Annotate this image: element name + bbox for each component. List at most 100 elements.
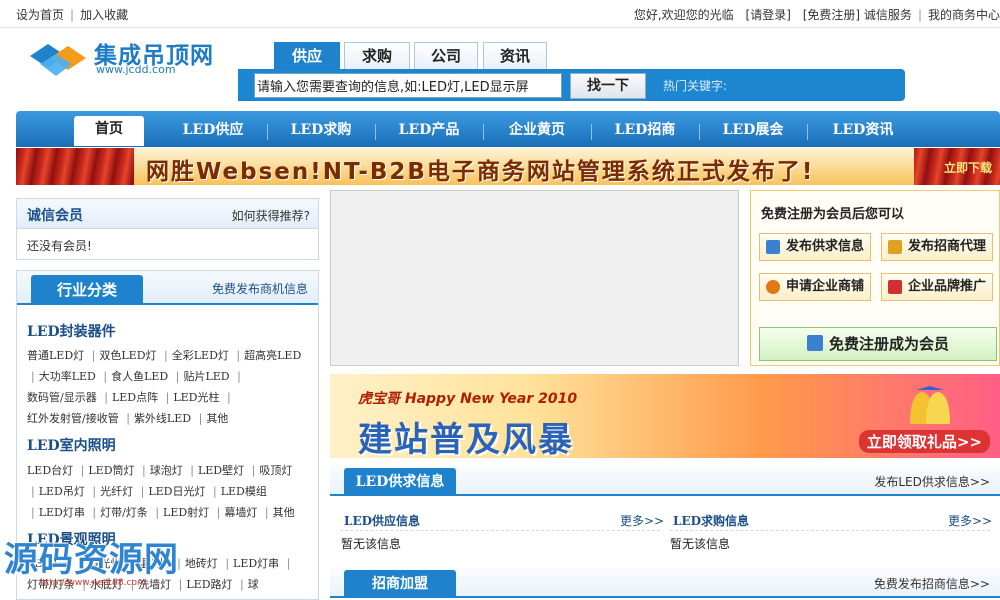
- edit-icon: [766, 240, 780, 254]
- brand-promo-label: 企业品牌推广: [908, 279, 987, 294]
- separator: |: [140, 485, 145, 498]
- promo-ad-banner[interactable]: 虎宝哥 Happy New Year 2010 建站普及风暴 立即领取礼品>>: [330, 374, 1000, 458]
- category-item[interactable]: LED吊灯: [39, 485, 85, 498]
- separator: |: [264, 506, 269, 519]
- separator: |: [237, 370, 241, 383]
- category-item[interactable]: LED筒灯: [88, 464, 134, 477]
- buy-info-title[interactable]: LED求购信息: [673, 512, 749, 529]
- top-left-links: 设为首页 | 加入收藏: [16, 8, 129, 22]
- category-item[interactable]: 紫外线LED: [134, 412, 191, 425]
- category-item[interactable]: LED射灯: [163, 506, 209, 519]
- register-member-button[interactable]: 免费注册成为会员: [759, 327, 997, 361]
- publish-supply-button[interactable]: 发布供求信息: [759, 233, 871, 261]
- category-item[interactable]: 超高亮LED: [244, 349, 301, 362]
- register-member-label: 免费注册成为会员: [828, 335, 949, 353]
- category-item[interactable]: 红外发射管/接收管: [27, 412, 119, 425]
- supply-info-title[interactable]: LED供应信息: [344, 512, 420, 529]
- category-item[interactable]: LED光柱: [173, 391, 219, 404]
- members-how-link[interactable]: 如何获得推荐?: [232, 207, 310, 224]
- nav-led-buy[interactable]: LED求购: [273, 121, 369, 145]
- search-tab-supply[interactable]: 供应: [274, 42, 340, 70]
- category-item[interactable]: 灯带/灯条: [100, 506, 148, 519]
- add-favorite-link[interactable]: 加入收藏: [80, 8, 128, 22]
- category-item[interactable]: LED壁灯: [198, 464, 244, 477]
- category-item[interactable]: 球: [248, 578, 259, 591]
- publish-invest-link[interactable]: 免费发布招商信息>>: [874, 575, 990, 592]
- category-item[interactable]: 全彩LED灯: [172, 349, 229, 362]
- site-logo[interactable]: 集成吊顶网 www.jcdd.com: [26, 36, 226, 80]
- user-icon: [806, 335, 823, 351]
- category-item[interactable]: 其他: [206, 412, 228, 425]
- category-item[interactable]: 其他: [273, 506, 295, 519]
- category-name[interactable]: LED封装器件: [27, 321, 116, 341]
- publish-agent-button[interactable]: 发布招商代理: [881, 233, 993, 261]
- nav-yellow-pages[interactable]: 企业黄页: [489, 121, 585, 145]
- separator: |: [212, 485, 217, 498]
- separator: |: [165, 391, 170, 404]
- category-list: LED台灯 | LED筒灯 | 球泡灯 | LED壁灯 | 吸顶灯 | LED吊灯 | 光纤…: [27, 460, 312, 523]
- category-item[interactable]: LED台灯: [27, 464, 73, 477]
- separator: |: [126, 412, 130, 425]
- separator: |: [31, 506, 35, 519]
- separator: |: [92, 485, 97, 498]
- nav-led-invest[interactable]: LED招商: [597, 121, 693, 145]
- category-item[interactable]: LED点阵: [112, 391, 158, 404]
- category-item[interactable]: 光纤灯: [100, 485, 133, 498]
- nav-led-expo[interactable]: LED展会: [705, 121, 801, 145]
- nav-led-products[interactable]: LED产品: [381, 121, 477, 145]
- search-button[interactable]: 找一下: [570, 73, 646, 99]
- banner-download-link[interactable]: 立即下载: [944, 159, 992, 176]
- search-tab-news[interactable]: 资讯: [483, 42, 547, 70]
- supply-more-link[interactable]: 更多>>: [620, 512, 664, 529]
- category-item[interactable]: LED日光灯: [148, 485, 205, 498]
- nav-led-news[interactable]: LED资讯: [813, 121, 913, 145]
- register-link[interactable]: [免费注册]: [803, 8, 860, 22]
- search-tab-buy[interactable]: 求购: [344, 42, 410, 70]
- shop-icon: [766, 280, 780, 294]
- invest-section-tab[interactable]: 招商加盟: [344, 570, 456, 598]
- separator: |: [164, 349, 168, 362]
- search-tab-company[interactable]: 公司: [414, 42, 478, 70]
- apply-shop-button[interactable]: 申请企业商铺: [759, 273, 871, 301]
- category-name[interactable]: LED室内照明: [27, 435, 116, 455]
- login-link[interactable]: [请登录]: [746, 8, 791, 22]
- separator: |: [104, 391, 108, 404]
- separator: |: [226, 391, 231, 404]
- slideshow-area[interactable]: [330, 190, 739, 366]
- category-item[interactable]: 吸顶灯: [259, 464, 292, 477]
- publish-supply-link[interactable]: 发布LED供求信息>>: [874, 473, 990, 490]
- category-item[interactable]: 球泡灯: [150, 464, 183, 477]
- nav-led-supply[interactable]: LED供应: [165, 121, 261, 145]
- category-item[interactable]: 食人鱼LED: [111, 370, 168, 383]
- separator: |: [142, 464, 146, 477]
- category-item[interactable]: LED模组: [221, 485, 267, 498]
- calendar-icon: [888, 280, 902, 294]
- top-banner-ad[interactable]: 网胜Websen!NT-B2B电子商务网站管理系统正式发布了! 立即下载: [16, 148, 1000, 185]
- category-item[interactable]: 双色LED灯: [99, 349, 156, 362]
- category-item[interactable]: LED灯串: [39, 506, 85, 519]
- category-tab[interactable]: 行业分类: [31, 275, 143, 305]
- ad-cta-link[interactable]: 立即领取礼品>>: [858, 430, 990, 453]
- divider: [340, 530, 660, 531]
- supply-section-tab[interactable]: LED供求信息: [344, 468, 456, 496]
- category-item[interactable]: LED灯串: [233, 557, 279, 570]
- category-item[interactable]: 大功率LED: [39, 370, 96, 383]
- publish-agent-label: 发布招商代理: [908, 239, 987, 254]
- logo-url: www.jcdd.com: [96, 63, 176, 76]
- separator: |: [31, 370, 35, 383]
- nav-home[interactable]: 首页: [74, 116, 144, 146]
- category-item[interactable]: 普通LED灯: [27, 349, 84, 362]
- brand-promo-button[interactable]: 企业品牌推广: [881, 273, 993, 301]
- separator: |: [236, 349, 241, 362]
- my-business-link[interactable]: 我的商务中心: [928, 8, 1000, 22]
- category-item[interactable]: 幕墙灯: [224, 506, 257, 519]
- buy-more-link[interactable]: 更多>>: [948, 512, 992, 529]
- register-box-title: 免费注册为会员后您可以: [761, 207, 905, 222]
- set-home-link[interactable]: 设为首页: [16, 8, 64, 22]
- publish-opportunity-link[interactable]: 免费发布商机信息: [212, 280, 308, 297]
- trust-service-link[interactable]: 诚信服务: [864, 8, 912, 22]
- search-input[interactable]: [254, 73, 562, 98]
- category-item[interactable]: 贴片LED: [183, 370, 229, 383]
- welcome-text: 您好,欢迎您的光临: [633, 8, 734, 22]
- category-item[interactable]: 数码管/显示器: [27, 391, 97, 404]
